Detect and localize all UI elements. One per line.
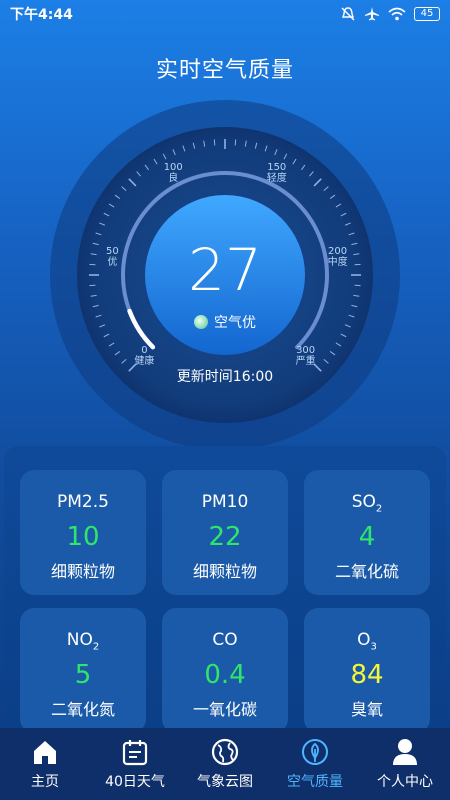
pollutant-value: 10 bbox=[66, 522, 100, 553]
nav-label: 主页 bbox=[31, 774, 59, 790]
nav-label: 空气质量 bbox=[287, 774, 343, 790]
pollutant-name: PM2.5 bbox=[57, 492, 109, 512]
gauge-tick-number: 50 bbox=[106, 246, 119, 258]
gauge-tick-label: 50 优 bbox=[92, 246, 132, 268]
pollutant-name: NO2 bbox=[66, 630, 100, 653]
pollutant-desc: 细颗粒物 bbox=[50, 562, 115, 582]
air-quality-icon bbox=[194, 315, 208, 329]
wifi-icon bbox=[388, 7, 406, 21]
status-time: 下午4:44 bbox=[10, 7, 73, 23]
pollutant-card-pm25[interactable]: PM2.5 10 细颗粒物 bbox=[20, 470, 146, 595]
update-time: 更新时间16:00 bbox=[176, 369, 274, 385]
nav-item-cloud-map[interactable]: 气象云图 bbox=[180, 737, 270, 791]
gauge-tick-level: 优 bbox=[107, 257, 118, 269]
pollutant-desc: 一氧化碳 bbox=[192, 700, 257, 720]
pollutant-desc: 二氧化氮 bbox=[50, 700, 115, 720]
nav-item-40day[interactable]: 40日天气 bbox=[90, 737, 180, 791]
globe-icon bbox=[211, 738, 239, 766]
pollutant-value: 5 bbox=[74, 660, 92, 691]
pollutant-card-pm10[interactable]: PM10 22 细颗粒物 bbox=[162, 470, 288, 595]
nav-item-home[interactable]: 主页 bbox=[0, 737, 90, 791]
gauge-tick-label: 300 严重 bbox=[286, 345, 326, 367]
status-bar: 下午4:44 45 bbox=[0, 0, 450, 28]
pollutant-value: 4 bbox=[358, 522, 376, 553]
nav-label: 40日天气 bbox=[105, 774, 165, 790]
gauge-tick-number: 300 bbox=[296, 344, 316, 356]
gauge-tick-level: 严重 bbox=[295, 355, 316, 367]
leaf-icon bbox=[302, 739, 328, 765]
gauge-tick-number: 0 bbox=[141, 344, 148, 356]
airplane-icon bbox=[365, 7, 379, 21]
pollutant-value: 0.4 bbox=[204, 660, 246, 691]
pollutant-name: O3 bbox=[357, 630, 377, 653]
mute-icon bbox=[341, 7, 355, 21]
gauge-tick-number: 150 bbox=[267, 162, 287, 174]
gauge-tick-label: 150 轻度 bbox=[257, 162, 297, 184]
battery-icon: 45 bbox=[414, 7, 440, 21]
gauge-tick-number: 200 bbox=[328, 246, 348, 258]
pollutant-desc: 臭氧 bbox=[350, 700, 383, 720]
gauge-tick-number: 100 bbox=[163, 162, 183, 174]
gauge-tick-label: 100 良 bbox=[153, 162, 193, 184]
nav-label: 个人中心 bbox=[377, 774, 433, 790]
pollutant-card-so2[interactable]: SO2 4 二氧化硫 bbox=[304, 470, 430, 595]
bottom-nav: 主页 40日天气 气象云图 空气质量 个人中心 bbox=[0, 728, 450, 800]
pollutant-card-co[interactable]: CO 0.4 一氧化碳 bbox=[162, 608, 288, 733]
pollutant-name: PM10 bbox=[201, 492, 249, 512]
gauge-tick-label: 200 中度 bbox=[318, 246, 358, 268]
pollutant-card-o3[interactable]: O3 84 臭氧 bbox=[304, 608, 430, 733]
pollutant-panel: PM2.5 10 细颗粒物 PM10 22 细颗粒物 SO2 4 二氧化硫 NO… bbox=[4, 446, 446, 736]
gauge-tick-level: 健康 bbox=[134, 355, 155, 367]
pollutant-value: 22 bbox=[208, 522, 242, 553]
pollutant-name: CO bbox=[212, 630, 238, 650]
page-title: 实时空气质量 bbox=[155, 58, 294, 83]
home-icon bbox=[34, 741, 56, 764]
aqi-status-label: 空气优 bbox=[214, 315, 256, 331]
gauge-tick-label: 0 健康 bbox=[124, 345, 164, 367]
nav-label: 气象云图 bbox=[197, 774, 253, 790]
pollutant-desc: 细颗粒物 bbox=[192, 562, 257, 582]
status-icons: 45 bbox=[340, 6, 440, 22]
aqi-status: 空气优 bbox=[50, 312, 400, 332]
pollutant-desc: 二氧化硫 bbox=[334, 562, 399, 582]
gauge-tick-level: 中度 bbox=[327, 257, 348, 269]
pollutant-name: SO2 bbox=[351, 492, 383, 515]
gauge-tick-level: 轻度 bbox=[266, 173, 287, 185]
aqi-gauge: 27 空气优 更新时间16:00 0 健康 50 优 100 良 150 轻度 200 中度 300… bbox=[50, 100, 400, 450]
pollutant-card-no2[interactable]: NO2 5 二氧化氮 bbox=[20, 608, 146, 733]
nav-item-air-quality[interactable]: 空气质量 bbox=[270, 737, 360, 791]
pollutant-value: 84 bbox=[350, 660, 384, 691]
gauge-tick-level: 良 bbox=[168, 173, 179, 185]
nav-item-profile[interactable]: 个人中心 bbox=[360, 737, 450, 791]
calendar-icon bbox=[122, 740, 148, 766]
person-icon bbox=[393, 739, 417, 765]
